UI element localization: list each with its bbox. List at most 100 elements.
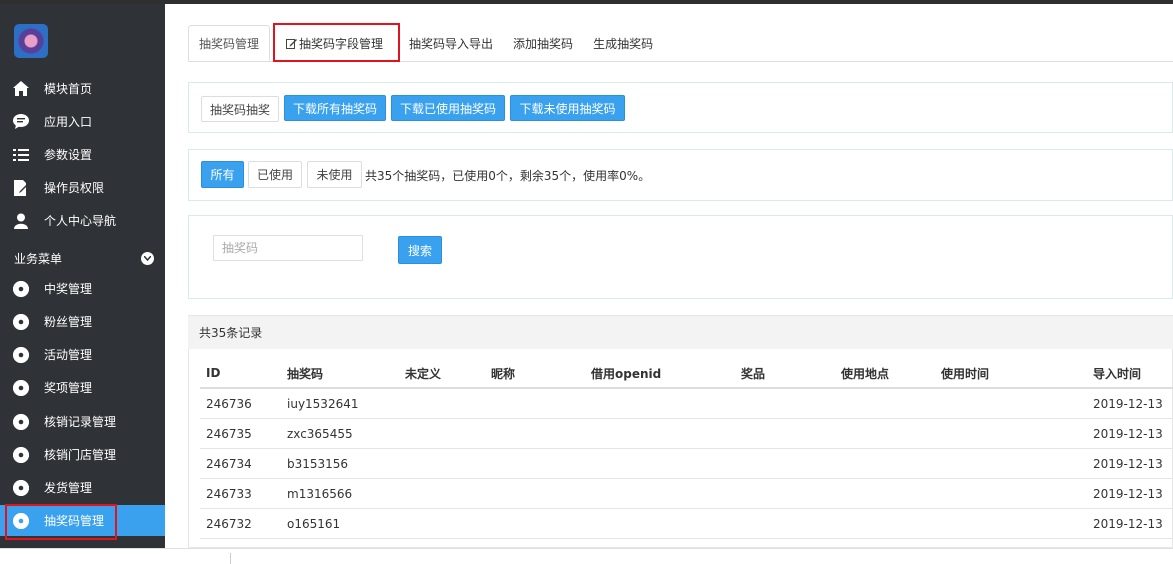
sidebar-item-label: 个人中心导航 <box>44 214 117 228</box>
sidebar-item-activity[interactable]: 活动管理 <box>0 339 165 370</box>
table-row[interactable]: 246736 iuy1532641 2019-12-13 <box>200 389 1173 419</box>
cell-import-time: 2019-12-13 <box>1093 516 1163 531</box>
gear-icon <box>13 512 29 529</box>
gear-icon <box>13 379 29 396</box>
sidebar-item-redemption-records[interactable]: 核销记录管理 <box>0 406 165 437</box>
cell-code: m1316566 <box>287 486 353 501</box>
list-icon <box>13 147 29 163</box>
search-panel: 搜索 <box>188 215 1173 299</box>
sidebar-item-label: 发货管理 <box>44 481 93 495</box>
sidebar-item-label: 应用入口 <box>44 115 93 129</box>
sidebar: 模块首页 应用入口 参数设置 操作员权限 个人中心导航 业务菜单 中奖管理 粉丝… <box>0 4 165 548</box>
user-icon <box>13 213 29 229</box>
sidebar-item-fans[interactable]: 粉丝管理 <box>0 306 165 337</box>
section-title-label: 业务菜单 <box>14 251 63 266</box>
table-row[interactable]: 246732 o165161 2019-12-13 <box>200 509 1173 539</box>
download-unused-button[interactable]: 下载未使用抽奖码 <box>510 95 625 121</box>
sidebar-item-prizes[interactable]: 奖项管理 <box>0 372 165 403</box>
table-row[interactable]: 246735 zxc365455 2019-12-13 <box>200 419 1173 449</box>
download-all-button[interactable]: 下载所有抽奖码 <box>284 95 386 121</box>
download-used-button[interactable]: 下载已使用抽奖码 <box>391 95 505 121</box>
column-header-use-location: 使用地点 <box>841 366 890 381</box>
cell-import-time: 2019-12-13 <box>1093 396 1163 411</box>
gear-icon <box>13 280 29 297</box>
edit-icon <box>286 38 298 49</box>
sidebar-item-label: 奖项管理 <box>44 381 93 395</box>
gear-icon <box>13 313 29 330</box>
table-row[interactable]: 246734 b3153156 2019-12-13 <box>200 449 1173 479</box>
cell-id: 246733 <box>206 486 252 501</box>
sidebar-item-params[interactable]: 参数设置 <box>0 139 165 170</box>
chevron-down-icon[interactable] <box>141 251 154 265</box>
sidebar-item-shipping[interactable]: 发货管理 <box>0 472 165 503</box>
record-count-text: 共35条记录 <box>199 326 263 340</box>
sidebar-item-app-entry[interactable]: 应用入口 <box>0 106 165 137</box>
tab-lottery-code-fields[interactable]: 抽奖码字段管理 <box>270 25 399 61</box>
sidebar-item-label: 参数设置 <box>44 148 93 162</box>
app-logo <box>14 24 48 58</box>
search-button[interactable]: 搜索 <box>398 236 442 264</box>
cell-id: 246732 <box>206 516 252 531</box>
usage-stats-text: 共35个抽奖码，已使用0个，剩余35个，使用率0%。 <box>365 169 651 183</box>
tab-divider <box>188 61 1173 62</box>
lottery-draw-button[interactable]: 抽奖码抽奖 <box>201 96 279 122</box>
chat-bubble-icon <box>13 114 29 130</box>
column-header-openid: 借用openid <box>591 366 662 381</box>
column-header-undefined: 未定义 <box>405 366 442 381</box>
sidebar-item-label: 核销记录管理 <box>44 415 117 429</box>
sidebar-item-label: 核销门店管理 <box>44 448 117 462</box>
sidebar-item-personal-nav[interactable]: 个人中心导航 <box>0 205 165 236</box>
sidebar-item-label: 模块首页 <box>44 82 93 96</box>
column-header-import-time: 导入时间 <box>1093 366 1142 381</box>
cell-code: b3153156 <box>287 456 349 471</box>
filter-all-button[interactable]: 所有 <box>201 161 244 188</box>
sidebar-item-lottery-codes[interactable]: 抽奖码管理 <box>0 505 165 536</box>
sidebar-item-winning[interactable]: 中奖管理 <box>0 273 165 304</box>
column-header-code: 抽奖码 <box>287 366 324 381</box>
sidebar-item-label: 操作员权限 <box>44 181 105 195</box>
home-icon <box>13 81 29 97</box>
sidebar-section-business[interactable]: 业务菜单 <box>14 248 154 268</box>
column-header-use-time: 使用时间 <box>941 366 990 381</box>
sidebar-item-module-home[interactable]: 模块首页 <box>0 73 165 104</box>
main-content: 抽奖码管理 抽奖码字段管理 抽奖码导入导出 添加抽奖码 生成抽奖码 抽奖码抽奖 … <box>165 4 1173 548</box>
gear-icon <box>13 413 29 430</box>
sidebar-item-label: 粉丝管理 <box>44 315 93 329</box>
cell-import-time: 2019-12-13 <box>1093 456 1163 471</box>
column-header-prize: 奖品 <box>741 366 766 381</box>
sidebar-item-redemption-stores[interactable]: 核销门店管理 <box>0 439 165 470</box>
tab-lottery-code-management[interactable]: 抽奖码管理 <box>188 25 271 61</box>
tab-import-export[interactable]: 抽奖码导入导出 <box>399 25 503 61</box>
table-row[interactable]: 246733 m1316566 2019-12-13 <box>200 479 1173 509</box>
cell-code: zxc365455 <box>287 426 353 441</box>
filter-unused-button[interactable]: 未使用 <box>307 161 362 188</box>
cell-code: iuy1532641 <box>287 396 359 411</box>
cell-id: 246736 <box>206 396 252 411</box>
lottery-code-table: ID 抽奖码 未定义 昵称 借用openid 奖品 使用地点 使用时间 导入时间… <box>188 349 1173 548</box>
status-divider <box>230 553 231 564</box>
cell-import-time: 2019-12-13 <box>1093 426 1163 441</box>
sidebar-item-operator-permissions[interactable]: 操作员权限 <box>0 172 165 203</box>
table-header-row: ID 抽奖码 未定义 昵称 借用openid 奖品 使用地点 使用时间 导入时间 <box>200 359 1173 389</box>
download-toolbar: 抽奖码抽奖 下载所有抽奖码 下载已使用抽奖码 下载未使用抽奖码 <box>188 82 1173 133</box>
filter-used-button[interactable]: 已使用 <box>248 161 302 188</box>
gear-icon <box>13 479 29 496</box>
bottom-status-bar <box>0 548 1173 564</box>
tab-generate-lottery-code[interactable]: 生成抽奖码 <box>583 25 663 61</box>
tab-bar: 抽奖码管理 抽奖码字段管理 抽奖码导入导出 添加抽奖码 生成抽奖码 <box>188 25 663 61</box>
sidebar-item-label: 抽奖码管理 <box>44 514 105 528</box>
column-header-nickname: 昵称 <box>491 366 516 381</box>
cell-code: o165161 <box>287 516 341 531</box>
tab-add-lottery-code[interactable]: 添加抽奖码 <box>503 25 583 61</box>
record-count-header: 共35条记录 <box>188 315 1173 349</box>
sidebar-item-label: 活动管理 <box>44 348 93 362</box>
gear-icon <box>13 346 29 363</box>
cell-import-time: 2019-12-13 <box>1093 486 1163 501</box>
tab-label: 抽奖码字段管理 <box>299 36 384 51</box>
column-header-id: ID <box>206 366 221 380</box>
search-input[interactable] <box>213 235 363 261</box>
sidebar-item-label: 中奖管理 <box>44 282 93 296</box>
gear-icon <box>13 446 29 463</box>
cell-id: 246735 <box>206 426 252 441</box>
edit-document-icon <box>13 179 29 196</box>
